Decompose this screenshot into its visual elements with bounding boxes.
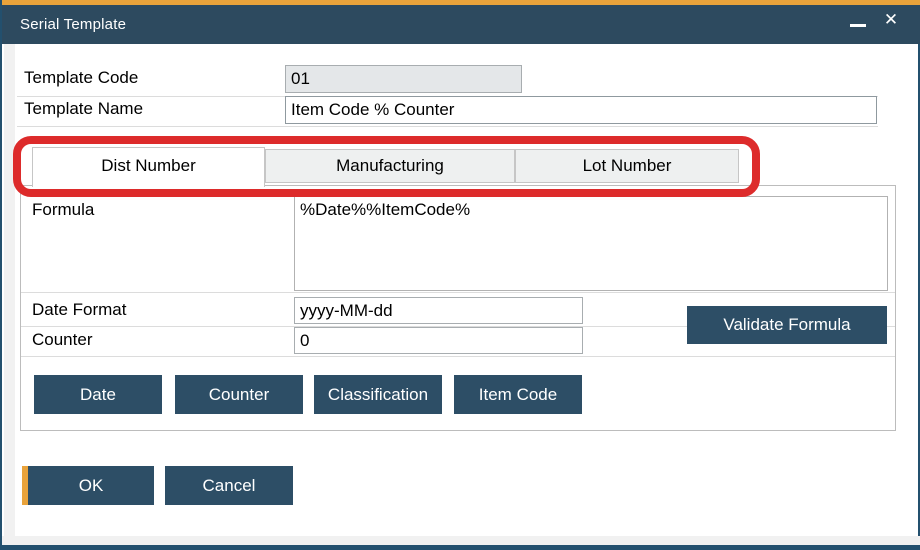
ok-button[interactable]: OK: [22, 466, 154, 505]
template-name-field[interactable]: [285, 96, 877, 124]
cancel-button[interactable]: Cancel: [165, 466, 293, 505]
counter-label: Counter: [32, 330, 92, 350]
titlebar: Serial Template: [2, 5, 920, 44]
close-button[interactable]: ✕: [876, 0, 906, 39]
row-divider: [21, 292, 895, 293]
template-code-field[interactable]: [285, 65, 522, 93]
date-format-label: Date Format: [32, 300, 126, 320]
dialog-title: Serial Template: [20, 16, 126, 33]
left-gutter: [4, 44, 15, 538]
insert-counter-button[interactable]: Counter: [175, 375, 303, 414]
row-divider: [17, 126, 878, 127]
insert-item-code-button[interactable]: Item Code: [454, 375, 582, 414]
tab-label: Manufacturing: [336, 156, 444, 176]
serial-template-dialog: Serial Template ✕ Template Code Template…: [0, 0, 920, 550]
tab-label: Lot Number: [583, 156, 672, 176]
validate-formula-button[interactable]: Validate Formula: [687, 306, 887, 344]
close-icon: ✕: [884, 10, 898, 30]
date-format-field[interactable]: [294, 297, 583, 324]
tab-label: Dist Number: [101, 156, 195, 176]
insert-classification-button[interactable]: Classification: [314, 375, 442, 414]
tab-dist-number[interactable]: Dist Number: [32, 147, 265, 187]
tab-manufacturing[interactable]: Manufacturing: [265, 149, 515, 183]
formula-field[interactable]: %Date%%ItemCode%: [294, 196, 888, 291]
row-divider: [21, 356, 895, 357]
bottom-gutter: [2, 536, 920, 545]
template-code-label: Template Code: [24, 68, 138, 88]
tab-lot-number[interactable]: Lot Number: [515, 149, 739, 183]
template-name-label: Template Name: [24, 99, 143, 119]
counter-field[interactable]: [294, 327, 583, 354]
dialog-bottom-border: [2, 545, 920, 550]
insert-date-button[interactable]: Date: [34, 375, 162, 414]
formula-label: Formula: [32, 200, 94, 220]
minimize-icon: [850, 24, 866, 27]
minimize-button[interactable]: [843, 0, 873, 39]
